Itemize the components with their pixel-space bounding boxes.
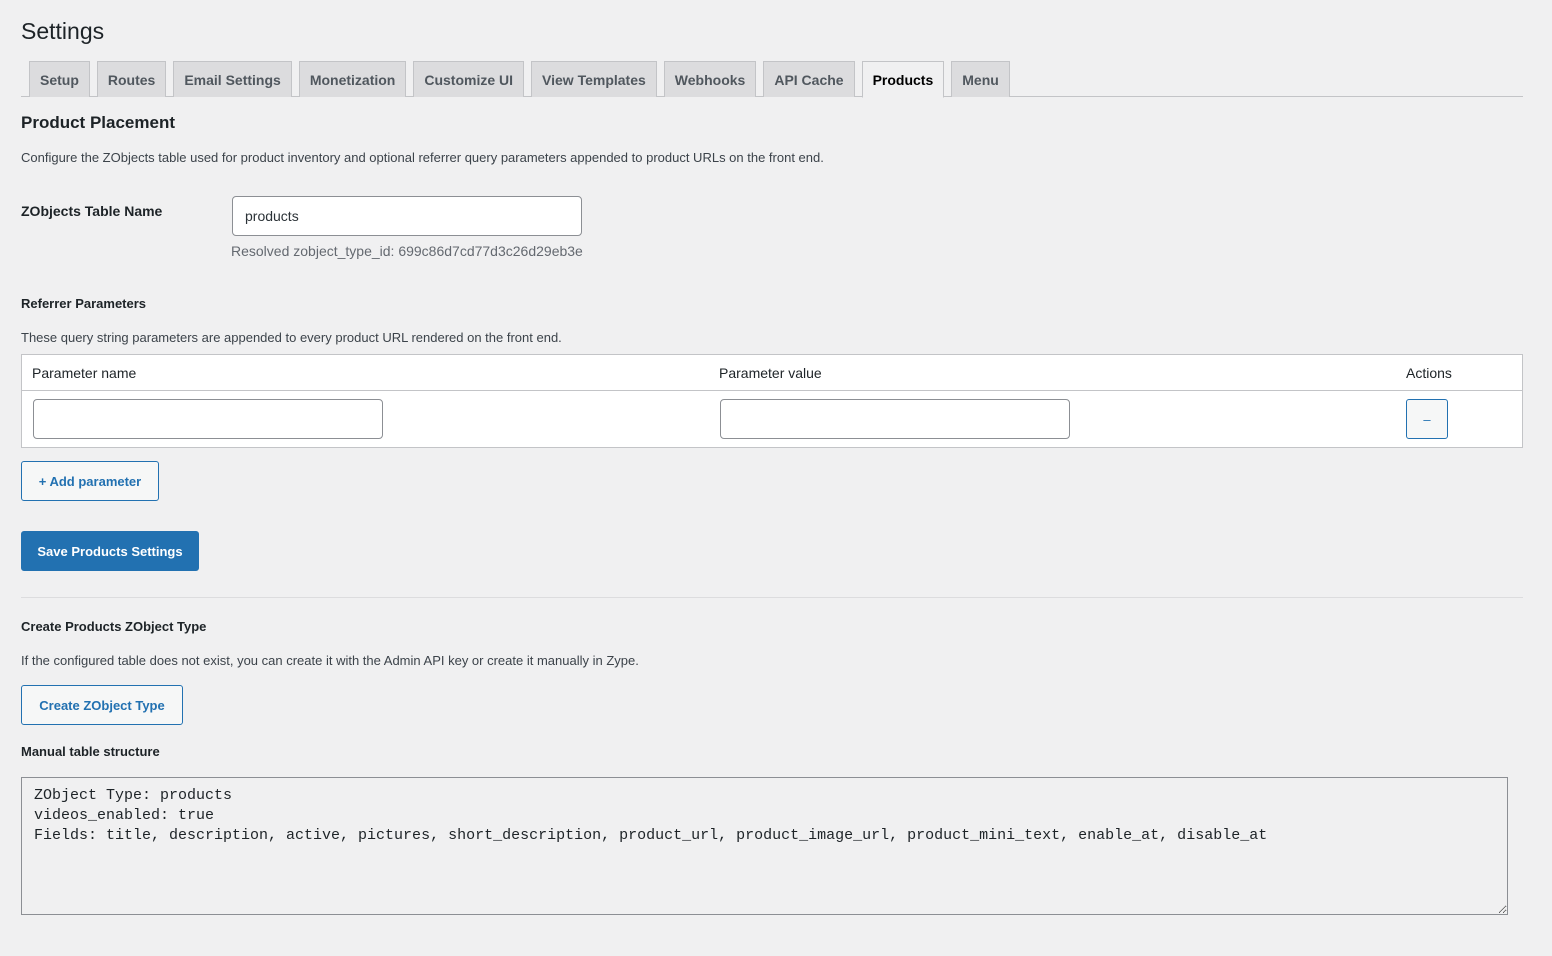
col-actions: Actions xyxy=(1406,365,1452,381)
referrer-params-table: Parameter name Parameter value Actions – xyxy=(21,354,1523,448)
tab-webhooks[interactable]: Webhooks xyxy=(663,61,757,97)
table-name-input[interactable] xyxy=(232,196,582,236)
parameter-value-input[interactable] xyxy=(720,399,1070,439)
parameter-name-input[interactable] xyxy=(33,399,383,439)
col-parameter-name: Parameter name xyxy=(32,365,137,381)
col-parameter-value: Parameter value xyxy=(719,365,822,381)
create-type-description: If the configured table does not exist, … xyxy=(21,653,639,668)
product-placement-heading: Product Placement xyxy=(21,113,175,132)
add-parameter-button[interactable]: + Add parameter xyxy=(21,461,159,501)
tab-monetization[interactable]: Monetization xyxy=(298,61,407,97)
tab-menu[interactable]: Menu xyxy=(951,61,1010,97)
resolved-type-id: Resolved zobject_type_id: 699c86d7cd77d3… xyxy=(231,243,583,259)
table-header: Parameter name Parameter value Actions xyxy=(22,355,1522,391)
save-products-settings-button[interactable]: Save Products Settings xyxy=(21,531,199,571)
settings-tabs: Setup Routes Email Settings Monetization… xyxy=(21,61,1523,98)
tab-email-settings[interactable]: Email Settings xyxy=(173,61,292,97)
table-name-label: ZObjects Table Name xyxy=(21,203,163,219)
table-row: – xyxy=(22,391,1522,447)
section-divider xyxy=(21,597,1523,598)
remove-parameter-button[interactable]: – xyxy=(1406,399,1448,439)
tab-view-templates[interactable]: View Templates xyxy=(531,61,657,97)
create-type-heading: Create Products ZObject Type xyxy=(21,619,207,634)
tab-setup[interactable]: Setup xyxy=(29,61,90,97)
tab-api-cache[interactable]: API Cache xyxy=(763,61,855,97)
tab-routes[interactable]: Routes xyxy=(96,61,167,97)
manual-structure-textarea[interactable]: ZObject Type: products videos_enabled: t… xyxy=(21,777,1508,915)
manual-structure-heading: Manual table structure xyxy=(21,744,160,759)
referrer-heading: Referrer Parameters xyxy=(21,296,147,311)
page-title: Settings xyxy=(21,18,105,44)
tab-customize-ui[interactable]: Customize UI xyxy=(413,61,525,97)
create-zobject-type-button[interactable]: Create ZObject Type xyxy=(21,685,183,725)
referrer-description: These query string parameters are append… xyxy=(21,330,562,345)
product-placement-description: Configure the ZObjects table used for pr… xyxy=(21,150,824,165)
tab-products[interactable]: Products xyxy=(861,61,945,98)
